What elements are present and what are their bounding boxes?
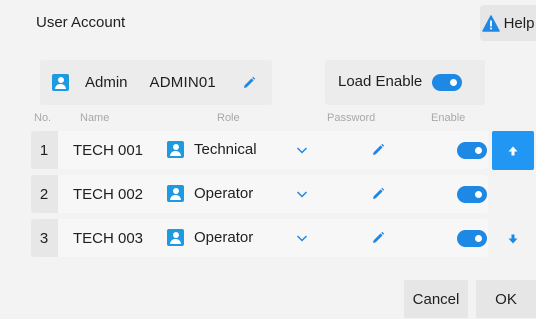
load-enable-label: Load Enable: [338, 73, 423, 90]
role-select[interactable]: Operator: [167, 185, 253, 202]
row-content: TECH 002 Operator: [58, 175, 488, 213]
column-header-no: No.: [34, 112, 52, 124]
role-select[interactable]: Operator: [167, 229, 253, 246]
row-number: 2: [39, 185, 49, 203]
role-value: Technical: [194, 141, 257, 158]
user-icon: [167, 185, 184, 202]
table-row[interactable]: 3 TECH 003 Operator: [31, 219, 488, 257]
pencil-icon[interactable]: [371, 143, 385, 157]
chevron-down-icon[interactable]: [296, 144, 308, 156]
arrow-down-icon: [508, 234, 518, 243]
enable-toggle[interactable]: [457, 142, 487, 159]
page-title: User Account: [36, 14, 126, 31]
column-header-password: Password: [327, 112, 376, 124]
row-content: TECH 001 Technical: [58, 131, 488, 169]
warning-icon: [481, 14, 500, 32]
pencil-icon[interactable]: [242, 76, 256, 90]
row-number: 3: [39, 229, 49, 247]
move-down-button[interactable]: [492, 219, 534, 258]
ok-button[interactable]: OK: [476, 280, 536, 318]
cancel-button[interactable]: Cancel: [404, 280, 468, 318]
user-icon: [167, 229, 184, 246]
user-icon: [52, 74, 69, 91]
table-row[interactable]: 2 TECH 002 Operator: [31, 175, 488, 213]
user-name: TECH 001: [73, 142, 144, 159]
arrow-up-icon: [508, 146, 518, 155]
user-name: TECH 002: [73, 186, 144, 203]
column-header-enable: Enable: [431, 112, 466, 124]
column-header-name: Name: [80, 112, 110, 124]
row-number: 1: [39, 141, 49, 159]
chevron-down-icon[interactable]: [296, 188, 308, 200]
role-value: Operator: [194, 229, 254, 246]
role-value: Operator: [194, 185, 254, 202]
admin-card: Admin ADMIN01: [40, 60, 272, 105]
enable-toggle[interactable]: [457, 230, 487, 247]
admin-id: ADMIN01: [149, 74, 216, 91]
row-content: TECH 003 Operator: [58, 219, 488, 257]
pencil-icon[interactable]: [371, 187, 385, 201]
help-label: Help: [503, 14, 535, 32]
chevron-down-icon[interactable]: [296, 232, 308, 244]
table-row[interactable]: 1 TECH 001 Technical: [31, 131, 488, 169]
user-icon: [167, 141, 184, 158]
role-select[interactable]: Technical: [167, 141, 257, 158]
pencil-icon[interactable]: [371, 231, 385, 245]
enable-toggle[interactable]: [457, 186, 487, 203]
column-header-role: Role: [217, 112, 240, 124]
user-name: TECH 003: [73, 230, 144, 247]
move-up-button[interactable]: [492, 131, 534, 170]
admin-name: Admin: [85, 74, 128, 91]
load-enable-toggle[interactable]: [432, 74, 462, 91]
help-button[interactable]: Help: [480, 5, 536, 41]
